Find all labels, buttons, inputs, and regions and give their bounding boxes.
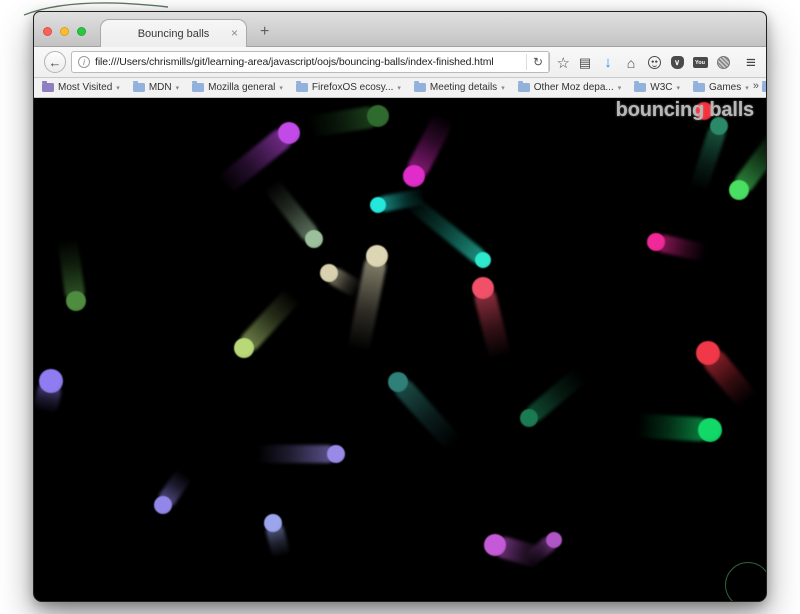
new-tab-button[interactable]: + <box>256 21 273 43</box>
folder-icon <box>192 83 204 92</box>
ball <box>154 496 172 514</box>
download-icon[interactable]: ↓ <box>600 53 616 73</box>
ball <box>367 105 389 127</box>
reload-icon[interactable]: ↻ <box>526 54 545 70</box>
bookmark-item[interactable]: Meeting details ▾ <box>414 82 505 93</box>
back-arrow-icon: ← <box>49 55 62 70</box>
url-bar[interactable]: i file:///Users/chrismills/git/learning-… <box>71 51 550 73</box>
tab-close-icon[interactable]: × <box>231 26 238 40</box>
bookmark-item[interactable]: W3C ▾ <box>634 82 680 93</box>
chevron-down-icon: ▾ <box>279 84 283 92</box>
folder-icon <box>133 83 145 92</box>
ball <box>39 369 63 393</box>
tab-bouncing-balls[interactable]: Bouncing balls × <box>100 19 247 47</box>
ball <box>546 532 562 548</box>
ball <box>698 418 722 442</box>
corner-green-glow <box>725 562 766 602</box>
bookmark-item[interactable]: Mozilla general ▾ <box>192 82 283 93</box>
bookmark-label: Meeting details <box>430 82 497 93</box>
bookmark-item[interactable]: FirefoxOS ecosy...▾ <box>296 82 401 93</box>
folder-icon <box>42 83 54 92</box>
ball <box>305 230 323 248</box>
ball <box>475 252 491 268</box>
reading-list-icon[interactable]: ▤ <box>577 53 593 73</box>
ball <box>484 534 506 556</box>
folder-icon <box>296 83 308 92</box>
back-button[interactable]: ← <box>44 51 66 73</box>
bookmark-label: W3C <box>650 82 672 93</box>
chevron-down-icon: ▾ <box>176 84 180 92</box>
ball-trail <box>346 254 388 359</box>
smiley-face-icon <box>648 56 661 69</box>
ball <box>472 277 494 299</box>
home-icon[interactable]: ⌂ <box>623 53 639 73</box>
ball <box>520 409 538 427</box>
bookmark-label: Most Visited <box>58 82 112 93</box>
ball <box>320 264 338 282</box>
pocket-icon[interactable]: ∨ <box>669 53 685 73</box>
toolbar-icons: ☆ ▤ ↓ ⌂ ∨ You ≡ <box>548 47 760 78</box>
bookmark-item[interactable]: Most Visited ▾ <box>42 82 120 93</box>
ball <box>327 445 345 463</box>
chevron-down-icon: ▾ <box>501 84 505 92</box>
extension-icon[interactable] <box>715 53 731 73</box>
close-window-button[interactable] <box>43 27 52 36</box>
ball <box>403 165 425 187</box>
navigation-toolbar: ← i file:///Users/chrismills/git/learnin… <box>34 47 766 78</box>
bookmark-item[interactable]: MDN ▾ <box>133 82 179 93</box>
chevron-down-icon: ▾ <box>677 84 681 92</box>
bookmark-star-icon[interactable]: ☆ <box>548 53 570 73</box>
menu-icon[interactable]: ≡ <box>744 53 760 73</box>
youtube-icon[interactable]: You <box>692 53 708 73</box>
bookmark-label: MDN <box>149 82 172 93</box>
canvas: bouncing balls <box>34 98 766 602</box>
titlebar: Bouncing balls × + <box>34 12 766 47</box>
chevron-down-icon: ▾ <box>745 84 749 92</box>
ball-trail <box>398 189 488 266</box>
ball-trail <box>251 445 336 463</box>
ball <box>264 514 282 532</box>
chevron-down-icon: ▾ <box>397 84 401 92</box>
folder-icon <box>693 83 705 92</box>
browser-window: Bouncing balls × + ← i file:///Users/chr… <box>33 11 767 602</box>
folder-icon <box>762 83 766 92</box>
bottom-green-line <box>34 601 766 602</box>
bookmark-label: Mozilla general <box>208 82 275 93</box>
ball <box>647 233 665 251</box>
bookmark-label: FirefoxOS ecosy... <box>312 82 394 93</box>
feedback-smiley-icon[interactable] <box>646 53 662 73</box>
bookmarks-overflow-chevron[interactable]: » <box>753 80 759 92</box>
ball <box>278 122 300 144</box>
ball <box>729 180 749 200</box>
page-info-icon[interactable]: i <box>78 56 90 68</box>
folder-icon <box>518 83 530 92</box>
folder-icon <box>634 83 646 92</box>
tab-title: Bouncing balls <box>138 28 210 40</box>
page-title: bouncing balls <box>616 99 754 122</box>
ball <box>696 341 720 365</box>
ball <box>366 245 388 267</box>
bookmark-item[interactable]: Games ▾ <box>693 82 749 93</box>
bookmark-label: Games <box>709 82 741 93</box>
zoom-window-button[interactable] <box>77 27 86 36</box>
ball <box>370 197 386 213</box>
folder-icon <box>414 83 426 92</box>
bookmark-label: Other Moz depa... <box>534 82 614 93</box>
bookmark-item[interactable]: django-stuff▾ <box>762 82 766 93</box>
url-text[interactable]: file:///Users/chrismills/git/learning-ar… <box>95 56 522 68</box>
chevron-down-icon: ▾ <box>116 84 120 92</box>
ball <box>388 372 408 392</box>
ball <box>66 291 86 311</box>
bookmark-item[interactable]: Other Moz depa... ▾ <box>518 82 622 93</box>
minimize-window-button[interactable] <box>60 27 69 36</box>
bookmarks-toolbar: Most Visited▾MDN▾Mozilla general▾Firefox… <box>34 78 766 98</box>
ball <box>234 338 254 358</box>
chevron-down-icon: ▾ <box>618 84 622 92</box>
